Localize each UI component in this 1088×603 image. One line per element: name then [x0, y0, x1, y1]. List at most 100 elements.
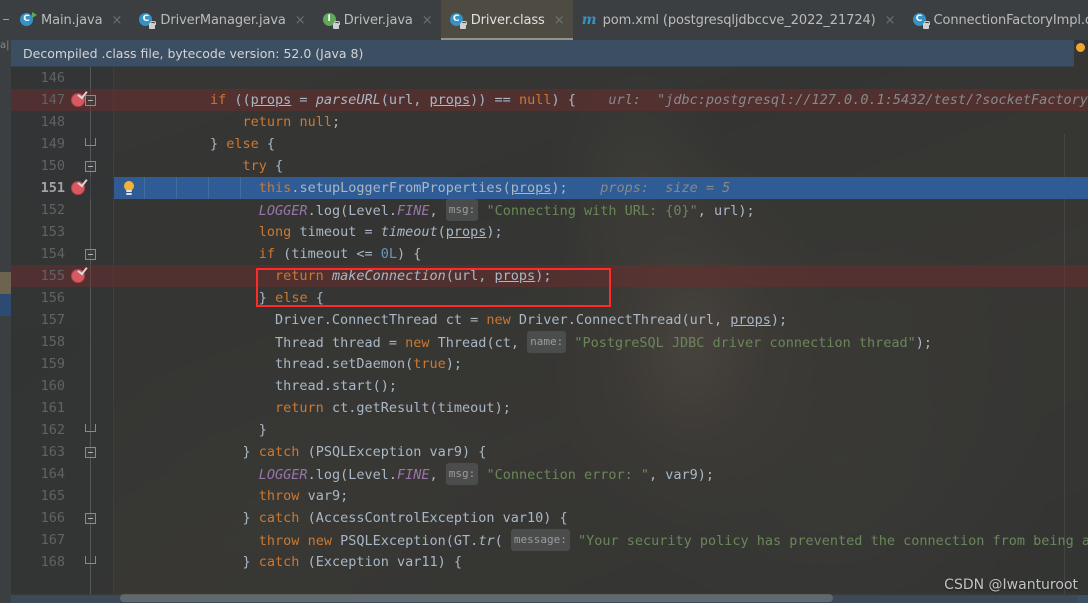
code-line[interactable]: 156 } else {	[11, 287, 1088, 309]
decompiled-notification-bar: Decompiled .class file, bytecode version…	[11, 40, 1074, 67]
code-line[interactable]: 146	[11, 67, 1088, 89]
code-line[interactable]: 154 if (timeout <= 0L) {	[11, 243, 1088, 265]
tab-main-java[interactable]: C Main.java ×	[11, 0, 130, 40]
java-class-lock-icon: C	[912, 12, 930, 29]
fold-end-icon[interactable]	[85, 424, 96, 432]
code-line[interactable]: 165 throw var9;	[11, 485, 1088, 507]
tab-driver-class[interactable]: C Driver.class ×	[440, 0, 573, 40]
line-number: 167	[40, 532, 65, 548]
code-editor[interactable]: 146 147 if ((props = parseURL(url, props…	[11, 67, 1088, 603]
close-icon[interactable]: ×	[554, 14, 565, 27]
code-line[interactable]: 149 } else {	[11, 133, 1088, 155]
fold-minus-icon[interactable]	[85, 161, 96, 172]
line-content: } catch (PSQLException var9) {	[242, 444, 487, 460]
line-content: } catch (AccessControlException var10) {	[242, 510, 568, 526]
code-line[interactable]: 153 long timeout = timeout(props);	[11, 221, 1088, 243]
code-line[interactable]: 161 return ct.getResult(timeout);	[11, 397, 1088, 419]
line-number: 159	[40, 356, 65, 372]
inline-hint-url: url: "jdbc:postgresql://127.0.0.1:5432/t…	[608, 92, 1088, 108]
code-line[interactable]: 160 thread.start();	[11, 375, 1088, 397]
fold-minus-icon[interactable]	[85, 447, 96, 458]
tab-bar-left-strip	[0, 0, 11, 40]
code-line[interactable]: 162 }	[11, 419, 1088, 441]
tab-drivermanager-java[interactable]: C DriverManager.java ×	[130, 0, 313, 40]
fold-end-icon[interactable]	[85, 138, 96, 146]
line-number: 164	[40, 466, 65, 482]
line-content: } else {	[210, 136, 276, 152]
line-number: 157	[40, 312, 65, 328]
line-content: if ((props = parseURL(url, props)) == nu…	[210, 89, 1088, 111]
line-number: 150	[40, 158, 65, 174]
code-line[interactable]: 155 return makeConnection(url, props);	[11, 265, 1088, 287]
left-edge-marker-modified	[0, 272, 11, 294]
fold-minus-icon[interactable]	[85, 95, 96, 106]
code-line[interactable]: 168 } catch (Exception var11) {	[11, 551, 1088, 573]
line-number: 161	[40, 400, 65, 416]
line-number: 148	[40, 114, 65, 130]
code-line[interactable]: 166 } catch (AccessControlException var1…	[11, 507, 1088, 529]
inline-hint-props: props: size = 5	[600, 180, 731, 196]
parameter-hint-msg: msg:	[445, 463, 479, 485]
line-content: throw var9;	[258, 488, 349, 504]
close-icon[interactable]: ×	[295, 14, 306, 27]
java-class-lock-icon: C	[449, 12, 467, 29]
lightbulb-intention-icon[interactable]	[122, 181, 136, 195]
code-line[interactable]: 159 thread.setDaemon(true);	[11, 353, 1088, 375]
line-number: 165	[40, 488, 65, 504]
code-line[interactable]: 158 Thread thread = new Thread(ct, name:…	[11, 331, 1088, 353]
line-content: LOGGER.log(Level.FINE, msg: "Connection …	[210, 463, 714, 485]
code-line[interactable]: 167 throw new PSQLException(GT.tr( messa…	[11, 529, 1088, 551]
close-icon[interactable]: ×	[112, 14, 123, 27]
line-content: throw new PSQLException(GT.tr( message: …	[210, 529, 1088, 551]
line-number: 147	[40, 92, 65, 108]
fold-end-icon[interactable]	[85, 556, 96, 564]
line-number: 163	[40, 444, 65, 460]
line-number: 162	[40, 422, 65, 438]
ide-window: C Main.java × C DriverManager.java × I D…	[0, 0, 1088, 603]
editor-left-edge-strip	[0, 67, 11, 603]
inspection-status-icon[interactable]	[1076, 43, 1085, 52]
breakpoint-icon[interactable]	[71, 269, 85, 283]
line-content: Thread thread = new Thread(ct, name: "Po…	[210, 331, 932, 353]
tab-driver-java[interactable]: I Driver.java ×	[314, 0, 441, 40]
line-number: 166	[40, 510, 65, 526]
line-content: return ct.getResult(timeout);	[275, 400, 511, 416]
parameter-hint-msg: msg:	[445, 199, 479, 221]
notification-text: Decompiled .class file, bytecode version…	[23, 45, 364, 61]
code-line[interactable]: 150 try {	[11, 155, 1088, 177]
tab-label: Driver.java	[343, 12, 413, 28]
line-number: 146	[40, 70, 65, 86]
left-edge-marker-selected	[0, 294, 11, 316]
code-line[interactable]: 157 Driver.ConnectThread ct = new Driver…	[11, 309, 1088, 331]
tab-label: pom.xml (postgresqljdbccve_2022_21724)	[602, 12, 876, 28]
line-content: LOGGER.log(Level.FINE, msg: "Connecting …	[210, 199, 755, 221]
line-content: Driver.ConnectThread ct = new Driver.Con…	[275, 312, 788, 328]
tab-pom-xml[interactable]: m pom.xml (postgresqljdbccve_2022_21724)…	[573, 0, 904, 40]
code-line[interactable]: 151 this.setupLoggerFromProperties(props…	[11, 177, 1088, 199]
fold-minus-icon[interactable]	[85, 249, 96, 260]
tab-label: DriverManager.java	[160, 12, 286, 28]
code-line[interactable]: 148 return null;	[11, 111, 1088, 133]
line-number: 151	[40, 180, 65, 196]
close-icon[interactable]: ×	[885, 14, 896, 27]
line-content: return makeConnection(url, props);	[275, 268, 552, 284]
line-number: 155	[40, 268, 65, 284]
tab-connectionfactoryimpl-class[interactable]: C ConnectionFactoryImpl.class ×	[904, 0, 1088, 40]
horizontal-scrollbar-thumb[interactable]	[120, 594, 833, 602]
line-number: 152	[40, 202, 65, 218]
code-line[interactable]: 163 } catch (PSQLException var9) {	[11, 441, 1088, 463]
line-content: }	[258, 422, 267, 438]
breakpoint-icon[interactable]	[71, 181, 85, 195]
java-class-icon: C	[20, 11, 37, 28]
maven-icon: m	[581, 11, 597, 28]
line-content: try {	[242, 158, 284, 174]
code-line[interactable]: 147 if ((props = parseURL(url, props)) =…	[11, 89, 1088, 111]
tab-label: ConnectionFactoryImpl.class	[933, 12, 1088, 28]
parameter-hint-message: message:	[510, 529, 570, 551]
breakpoint-icon[interactable]	[71, 93, 85, 107]
code-line[interactable]: 164 LOGGER.log(Level.FINE, msg: "Connect…	[11, 463, 1088, 485]
fold-minus-icon[interactable]	[85, 513, 96, 524]
close-icon[interactable]: ×	[422, 14, 433, 27]
code-line[interactable]: 152 LOGGER.log(Level.FINE, msg: "Connect…	[11, 199, 1088, 221]
line-content: long timeout = timeout(props);	[258, 224, 503, 240]
